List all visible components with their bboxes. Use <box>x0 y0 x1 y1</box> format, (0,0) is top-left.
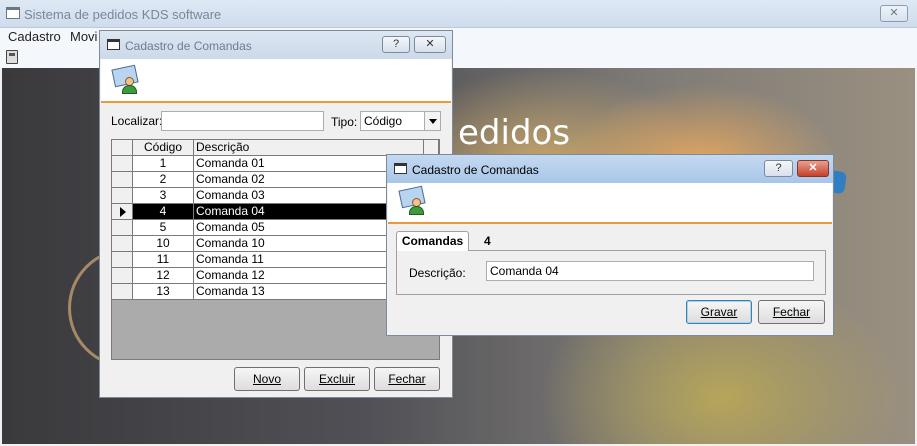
list-dialog-close-button[interactable]: ✕ <box>414 36 446 53</box>
delete-button[interactable]: Excluir <box>304 367 370 391</box>
row-indicator[interactable] <box>112 204 133 220</box>
edit-dialog-titlebar: Cadastro de Comandas ? ✕ <box>387 155 833 183</box>
edit-dialog-title: Cadastro de Comandas <box>412 163 539 177</box>
row-indicator[interactable] <box>112 236 133 252</box>
chevron-down-icon[interactable] <box>424 112 440 130</box>
description-label: Descrição: <box>409 266 466 280</box>
row-pointer-icon <box>120 207 126 217</box>
main-titlebar: Sistema de pedidos KDS software ✕ <box>0 0 917 28</box>
cell-code[interactable]: 5 <box>133 220 194 236</box>
save-button[interactable]: Gravar <box>686 300 752 324</box>
cell-code[interactable]: 11 <box>133 252 194 268</box>
grid-header-indicator <box>112 140 133 156</box>
description-field[interactable] <box>486 261 814 281</box>
search-label: Localizar: <box>111 114 163 128</box>
cell-code[interactable]: 1 <box>133 156 194 172</box>
row-indicator[interactable] <box>112 268 133 284</box>
row-indicator[interactable] <box>112 172 133 188</box>
menu-movimento[interactable]: Movi <box>70 29 97 44</box>
row-indicator[interactable] <box>112 156 133 172</box>
edit-close-button[interactable]: Fechar <box>758 300 825 324</box>
list-close-button[interactable]: Fechar <box>374 367 440 391</box>
edit-dialog-header <box>388 183 832 224</box>
dialog-window-icon <box>107 39 120 50</box>
cell-code[interactable]: 3 <box>133 188 194 204</box>
type-select-value: Código <box>364 114 403 128</box>
cell-code[interactable]: 2 <box>133 172 194 188</box>
column-header-code[interactable]: Código <box>133 140 194 156</box>
row-indicator[interactable] <box>112 252 133 268</box>
row-indicator[interactable] <box>112 284 133 300</box>
app-title: Sistema de pedidos KDS software <box>24 7 222 22</box>
save-button-label: Gravar <box>700 305 738 319</box>
delete-button-label: Excluir <box>318 372 355 386</box>
list-dialog-help-button[interactable]: ? <box>382 36 410 53</box>
row-indicator[interactable] <box>112 188 133 204</box>
type-label: Tipo: <box>331 115 358 129</box>
cell-code[interactable]: 13 <box>133 284 194 300</box>
list-close-button-label: Fechar <box>388 372 426 386</box>
list-dialog-header <box>101 59 451 103</box>
main-close-button[interactable]: ✕ <box>880 5 908 22</box>
new-button-label: Novo <box>252 372 281 386</box>
edit-dialog-close-button[interactable]: ✕ <box>797 160 829 177</box>
list-dialog-titlebar: Cadastro de Comandas ? ✕ <box>100 31 452 59</box>
record-number: 4 <box>484 234 491 248</box>
cell-code[interactable]: 12 <box>133 268 194 284</box>
edit-dialog: Cadastro de Comandas ? ✕ Comandas 4 Desc… <box>386 154 834 336</box>
cell-code[interactable]: 4 <box>133 204 194 220</box>
edit-dialog-help-button[interactable]: ? <box>764 160 793 177</box>
tab-comandas[interactable]: Comandas <box>396 231 469 251</box>
edit-close-button-label: Fechar <box>772 305 811 319</box>
background-title-text: edidos <box>458 113 571 153</box>
app-window-icon <box>6 7 20 19</box>
type-select[interactable]: Código <box>360 111 441 131</box>
cell-code[interactable]: 10 <box>133 236 194 252</box>
user-register-icon <box>111 64 141 95</box>
list-dialog-title: Cadastro de Comandas <box>125 39 252 53</box>
dialog-window-icon <box>394 163 407 174</box>
search-input[interactable] <box>161 111 324 131</box>
user-register-icon <box>398 185 428 216</box>
calculator-icon[interactable] <box>6 50 18 64</box>
new-button[interactable]: Novo <box>234 367 300 391</box>
row-indicator[interactable] <box>112 220 133 236</box>
menu-cadastro[interactable]: Cadastro <box>8 29 61 44</box>
